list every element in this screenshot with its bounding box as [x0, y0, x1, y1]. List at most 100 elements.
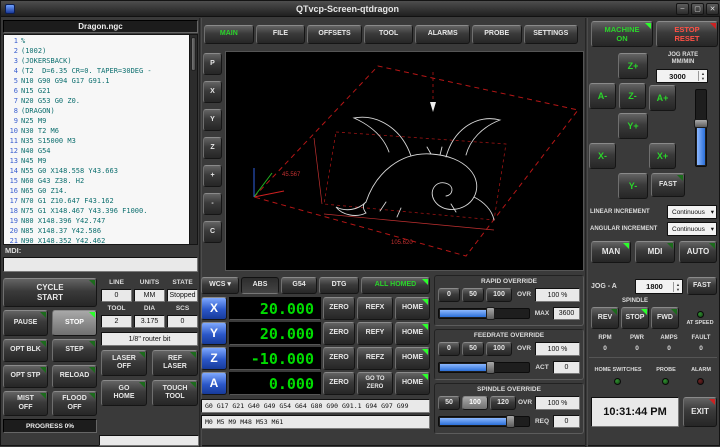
- spindle-100-button[interactable]: 100: [462, 396, 488, 410]
- tab-offsets[interactable]: OFFSETS: [307, 25, 361, 44]
- tab-probe[interactable]: PROBE: [472, 25, 522, 44]
- rapid-100-button[interactable]: 100: [486, 288, 512, 302]
- axis-a-button[interactable]: A: [201, 372, 227, 395]
- slider-handle[interactable]: [506, 415, 515, 428]
- minimize-icon[interactable]: –: [676, 3, 689, 15]
- mist-button[interactable]: MIST OFF: [3, 391, 48, 416]
- ref-x-button[interactable]: REFX: [357, 297, 393, 320]
- close-icon[interactable]: ✕: [706, 3, 719, 15]
- axis-z-button[interactable]: Z: [201, 347, 227, 370]
- gcode-line[interactable]: 11N35 S15000 M3: [6, 136, 197, 146]
- view-z-button[interactable]: Z: [203, 137, 222, 159]
- gcode-line[interactable]: 14N55 G0 X148.558 Y43.663: [6, 166, 197, 176]
- jog-z-plus-button[interactable]: Z+: [618, 53, 648, 79]
- feed-0-button[interactable]: 0: [438, 342, 460, 356]
- jog-a-spinbox[interactable]: 1800 ▲▼: [635, 279, 683, 294]
- jog-z-minus-button[interactable]: Z-: [619, 83, 646, 109]
- mdi-command-entry[interactable]: [99, 435, 199, 446]
- mode-manual-button[interactable]: MAN: [591, 241, 631, 263]
- view-x-button[interactable]: X: [203, 81, 222, 103]
- jog-a-minus-button[interactable]: A-: [589, 83, 616, 109]
- gcode-line[interactable]: 5N10 G90 G94 G17 G91.1: [6, 76, 197, 86]
- view-clear-button[interactable]: C: [203, 221, 222, 243]
- rapid-0-button[interactable]: 0: [438, 288, 460, 302]
- g54-button[interactable]: G54: [281, 277, 317, 294]
- angular-increment-combobox[interactable]: Continuous▾: [667, 222, 717, 236]
- slider-handle[interactable]: [486, 361, 495, 374]
- slider-handle[interactable]: [486, 307, 495, 320]
- gremlin-preview[interactable]: 105.620 45.567: [225, 51, 584, 271]
- spindle-stop-button[interactable]: STOP: [621, 307, 649, 329]
- spindle-rev-button[interactable]: REV: [591, 307, 619, 329]
- gcode-line[interactable]: 3(JOKERSBACK): [6, 56, 197, 66]
- zero-x-button[interactable]: ZERO: [323, 297, 355, 320]
- gcode-editor[interactable]: 1% 2(1002) 3(JOKERSBACK) 4(T2 D=6.35 CR=…: [3, 34, 198, 245]
- go-home-button[interactable]: GO HOME: [101, 380, 147, 406]
- axis-x-button[interactable]: X: [201, 297, 227, 320]
- jog-fast-button[interactable]: FAST: [651, 173, 685, 197]
- feed-override-slider[interactable]: [438, 362, 530, 373]
- rapid-override-slider[interactable]: [438, 308, 530, 319]
- spinner-arrows-icon[interactable]: ▲▼: [698, 71, 707, 81]
- abs-button[interactable]: ABS: [241, 277, 279, 294]
- spindle-120-button[interactable]: 120: [490, 396, 516, 410]
- spindle-50-button[interactable]: 50: [438, 396, 460, 410]
- tab-alarms[interactable]: ALARMS: [415, 25, 469, 44]
- gcode-line[interactable]: 13N45 M9: [6, 156, 197, 166]
- gcode-line[interactable]: 2(1002): [6, 46, 197, 56]
- gcode-line[interactable]: 15N60 G43 Z38. H2: [6, 176, 197, 186]
- home-x-button[interactable]: HOME: [395, 297, 430, 320]
- gcode-line[interactable]: 17N70 G1 Z10.647 F43.162: [6, 196, 197, 206]
- all-homed-button[interactable]: ALL HOMED: [361, 277, 430, 294]
- ref-laser-button[interactable]: REF LASER: [152, 350, 198, 376]
- go-to-zero-button[interactable]: GO TO ZERO: [357, 372, 393, 395]
- spinner-arrows-icon[interactable]: ▲▼: [673, 282, 682, 292]
- jog-y-minus-button[interactable]: Y-: [618, 173, 648, 199]
- cycle-start-button[interactable]: CYCLE START: [3, 278, 97, 307]
- home-y-button[interactable]: HOME: [395, 322, 430, 345]
- gcode-line[interactable]: 16N65 G0 Z14.: [6, 186, 197, 196]
- flood-button[interactable]: FLOOD OFF: [52, 391, 97, 416]
- gcode-line[interactable]: 10N30 T2 M6: [6, 126, 197, 136]
- zoom-in-button[interactable]: +: [203, 165, 222, 187]
- zero-a-button[interactable]: ZERO: [323, 372, 355, 395]
- mode-mdi-button[interactable]: MDI: [635, 241, 675, 263]
- gcode-scrollbar[interactable]: [189, 34, 198, 245]
- exit-button[interactable]: EXIT: [683, 397, 717, 427]
- gcode-line[interactable]: 19N80 X148.396 Y42.747: [6, 216, 197, 226]
- jog-a-fast-button[interactable]: FAST: [687, 277, 717, 295]
- gcode-line[interactable]: 4(T2 D=6.35 CR=0. TAPER=30DEG -: [6, 66, 197, 76]
- zero-z-button[interactable]: ZERO: [323, 347, 355, 370]
- home-a-button[interactable]: HOME: [395, 372, 430, 395]
- tab-settings[interactable]: SETTINGS: [524, 25, 578, 44]
- spindle-override-slider[interactable]: [438, 416, 530, 427]
- estop-reset-button[interactable]: ESTOP RESET: [656, 21, 718, 47]
- gcode-line[interactable]: 18N75 G1 X148.467 Y43.396 F1000.: [6, 206, 197, 216]
- jog-x-minus-button[interactable]: X-: [589, 143, 616, 169]
- slider-handle[interactable]: [694, 119, 708, 128]
- jog-y-plus-button[interactable]: Y+: [618, 113, 648, 139]
- ref-y-button[interactable]: REFY: [357, 322, 393, 345]
- optional-block-button[interactable]: OPT BLK: [3, 339, 48, 362]
- optional-stop-button[interactable]: OPT STP: [3, 365, 48, 388]
- tab-file[interactable]: FILE: [256, 25, 306, 44]
- wcs-dropdown-button[interactable]: WCS ▾: [201, 277, 239, 294]
- jog-rate-spinbox[interactable]: 3000 ▲▼: [656, 69, 708, 83]
- dtg-button[interactable]: DTG: [319, 277, 359, 294]
- feed-100-button[interactable]: 100: [486, 342, 512, 356]
- pause-button[interactable]: PAUSE: [3, 310, 48, 336]
- mode-auto-button[interactable]: AUTO: [679, 241, 717, 263]
- gcode-line[interactable]: 1%: [6, 36, 197, 46]
- step-button[interactable]: STEP: [52, 339, 97, 362]
- view-y-button[interactable]: Y: [203, 109, 222, 131]
- home-z-button[interactable]: HOME: [395, 347, 430, 370]
- linear-increment-combobox[interactable]: Continuous▾: [667, 205, 717, 219]
- touch-tool-button[interactable]: TOUCH TOOL: [152, 380, 198, 406]
- stop-button[interactable]: STOP: [52, 310, 97, 336]
- maximize-icon[interactable]: ▢: [691, 3, 704, 15]
- gcode-line[interactable]: 12N40 G54: [6, 146, 197, 156]
- mdi-history[interactable]: [3, 257, 198, 272]
- tab-tool[interactable]: TOOL: [364, 25, 414, 44]
- gcode-line[interactable]: 7N20 G53 G0 Z0.: [6, 96, 197, 106]
- ref-z-button[interactable]: REFZ: [357, 347, 393, 370]
